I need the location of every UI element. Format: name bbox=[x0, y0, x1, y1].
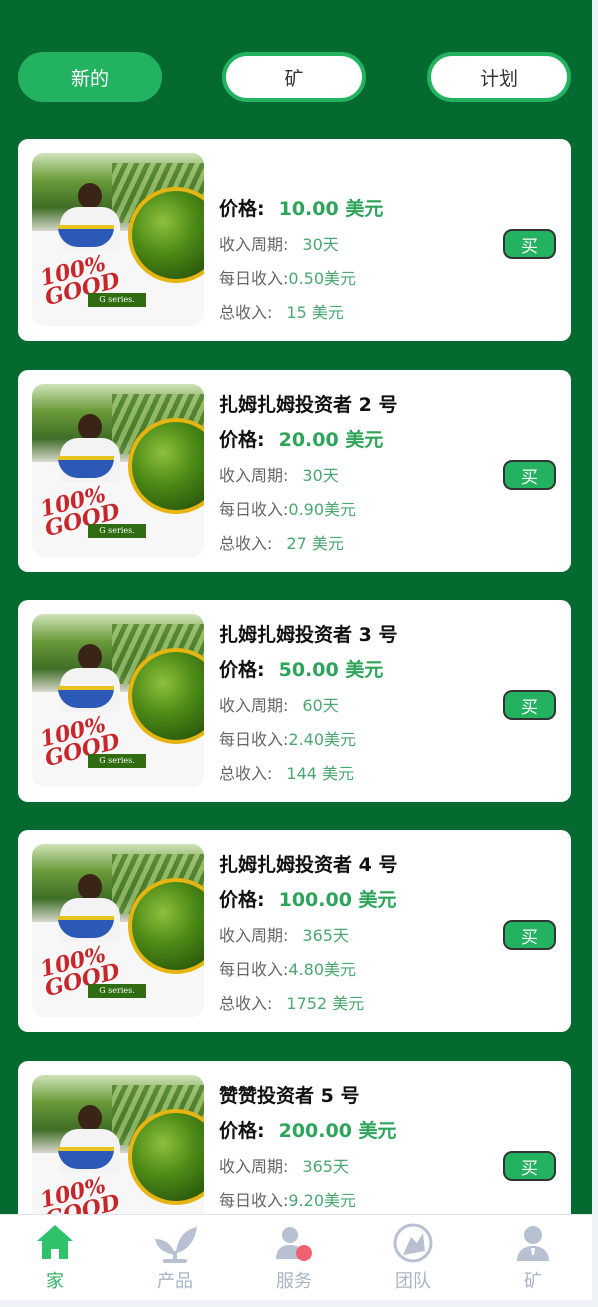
product-title: 扎姆扎姆投资者 2 号 bbox=[219, 394, 398, 416]
price-label: 价格: bbox=[219, 429, 265, 451]
series-label: G series. bbox=[88, 524, 146, 538]
price-value: 50.00 美元 bbox=[278, 659, 384, 681]
series-label: G series. bbox=[88, 754, 146, 768]
team-icon bbox=[393, 1223, 433, 1263]
product-card-2: 100% GOOD G series. 扎姆扎姆投资者 2 号 价格: 20.00… bbox=[18, 370, 571, 572]
bottom-nav: 家 产品 服务 团队 矿 bbox=[0, 1214, 592, 1300]
price-label: 价格: bbox=[219, 889, 265, 911]
price-row: 价格: 10.00 美元 bbox=[219, 194, 383, 221]
nav-products-label: 产品 bbox=[157, 1271, 193, 1292]
total-income: 总收入: 144 美元 bbox=[219, 764, 355, 783]
product-card-1: 100% GOOD G series. 价格: 10.00 美元 收入周期: 30天… bbox=[18, 139, 571, 341]
buy-button[interactable]: 买 bbox=[503, 460, 556, 490]
price-row: 价格: 200.00 美元 bbox=[219, 1116, 397, 1143]
tab-new[interactable]: 新的 bbox=[18, 52, 162, 102]
daily-income: 每日收入:2.40美元 bbox=[219, 730, 357, 749]
daily-income: 每日收入:4.80美元 bbox=[219, 960, 357, 979]
nav-team[interactable]: 团队 bbox=[354, 1215, 472, 1300]
tab-plan[interactable]: 计划 bbox=[427, 52, 571, 102]
product-image: 100% GOOD G series. bbox=[32, 153, 204, 326]
product-title: 扎姆扎姆投资者 4 号 bbox=[219, 854, 398, 876]
income-period: 收入周期: 365天 bbox=[219, 926, 349, 945]
series-label: G series. bbox=[88, 293, 146, 307]
daily-income: 每日收入:0.50美元 bbox=[219, 269, 357, 288]
tab-mine[interactable]: 矿 bbox=[222, 52, 366, 102]
nav-team-label: 团队 bbox=[395, 1271, 431, 1292]
product-card-4: 100% GOOD G series. 扎姆扎姆投资者 4 号 价格: 100.0… bbox=[18, 830, 571, 1032]
nav-service[interactable]: 服务 bbox=[235, 1215, 353, 1300]
nav-products[interactable]: 产品 bbox=[116, 1215, 234, 1300]
buy-button[interactable]: 买 bbox=[503, 920, 556, 950]
price-value: 20.00 美元 bbox=[278, 429, 384, 451]
home-icon bbox=[37, 1225, 73, 1259]
income-period: 收入周期: 30天 bbox=[219, 235, 339, 254]
nav-service-label: 服务 bbox=[276, 1271, 312, 1292]
sprout-icon bbox=[155, 1227, 197, 1263]
product-image: 100% GOOD G series. bbox=[32, 614, 204, 787]
product-title: 赞赞投资者 5 号 bbox=[219, 1085, 360, 1107]
price-label: 价格: bbox=[219, 1120, 265, 1142]
price-label: 价格: bbox=[219, 659, 265, 681]
nav-mine-label: 矿 bbox=[524, 1271, 542, 1292]
nav-home-label: 家 bbox=[46, 1271, 64, 1292]
product-title: 扎姆扎姆投资者 3 号 bbox=[219, 624, 398, 646]
price-row: 价格: 20.00 美元 bbox=[219, 425, 383, 452]
income-period: 收入周期: 30天 bbox=[219, 466, 339, 485]
total-income: 总收入: 27 美元 bbox=[219, 534, 344, 553]
product-image: 100% GOOD G series. bbox=[32, 844, 204, 1017]
price-row: 价格: 100.00 美元 bbox=[219, 885, 397, 912]
mine-user-icon bbox=[517, 1226, 549, 1261]
product-image: 100% GOOD G series. bbox=[32, 384, 204, 557]
buy-button[interactable]: 买 bbox=[503, 229, 556, 259]
product-card-3: 100% GOOD G series. 扎姆扎姆投资者 3 号 价格: 50.00… bbox=[18, 600, 571, 802]
total-income: 总收入: 15 美元 bbox=[219, 303, 344, 322]
series-label: G series. bbox=[88, 984, 146, 998]
price-value: 100.00 美元 bbox=[278, 889, 397, 911]
user-service-icon bbox=[276, 1227, 312, 1261]
app-screen: 新的 矿 计划 100% GOOD G series. 价格: 10.00 美元 … bbox=[0, 0, 592, 1300]
total-income: 总收入: 1752 美元 bbox=[219, 994, 365, 1013]
daily-income: 每日收入:9.20美元 bbox=[219, 1191, 357, 1210]
nav-home[interactable]: 家 bbox=[0, 1215, 114, 1300]
tab-bar: 新的 矿 计划 bbox=[0, 52, 592, 104]
price-label: 价格: bbox=[219, 198, 265, 220]
income-period: 收入周期: 60天 bbox=[219, 696, 339, 715]
buy-button[interactable]: 买 bbox=[503, 1151, 556, 1181]
buy-button[interactable]: 买 bbox=[503, 690, 556, 720]
income-period: 收入周期: 365天 bbox=[219, 1157, 349, 1176]
nav-mine[interactable]: 矿 bbox=[474, 1215, 592, 1300]
price-row: 价格: 50.00 美元 bbox=[219, 655, 383, 682]
daily-income: 每日收入:0.90美元 bbox=[219, 500, 357, 519]
price-value: 10.00 美元 bbox=[278, 198, 384, 220]
price-value: 200.00 美元 bbox=[278, 1120, 397, 1142]
